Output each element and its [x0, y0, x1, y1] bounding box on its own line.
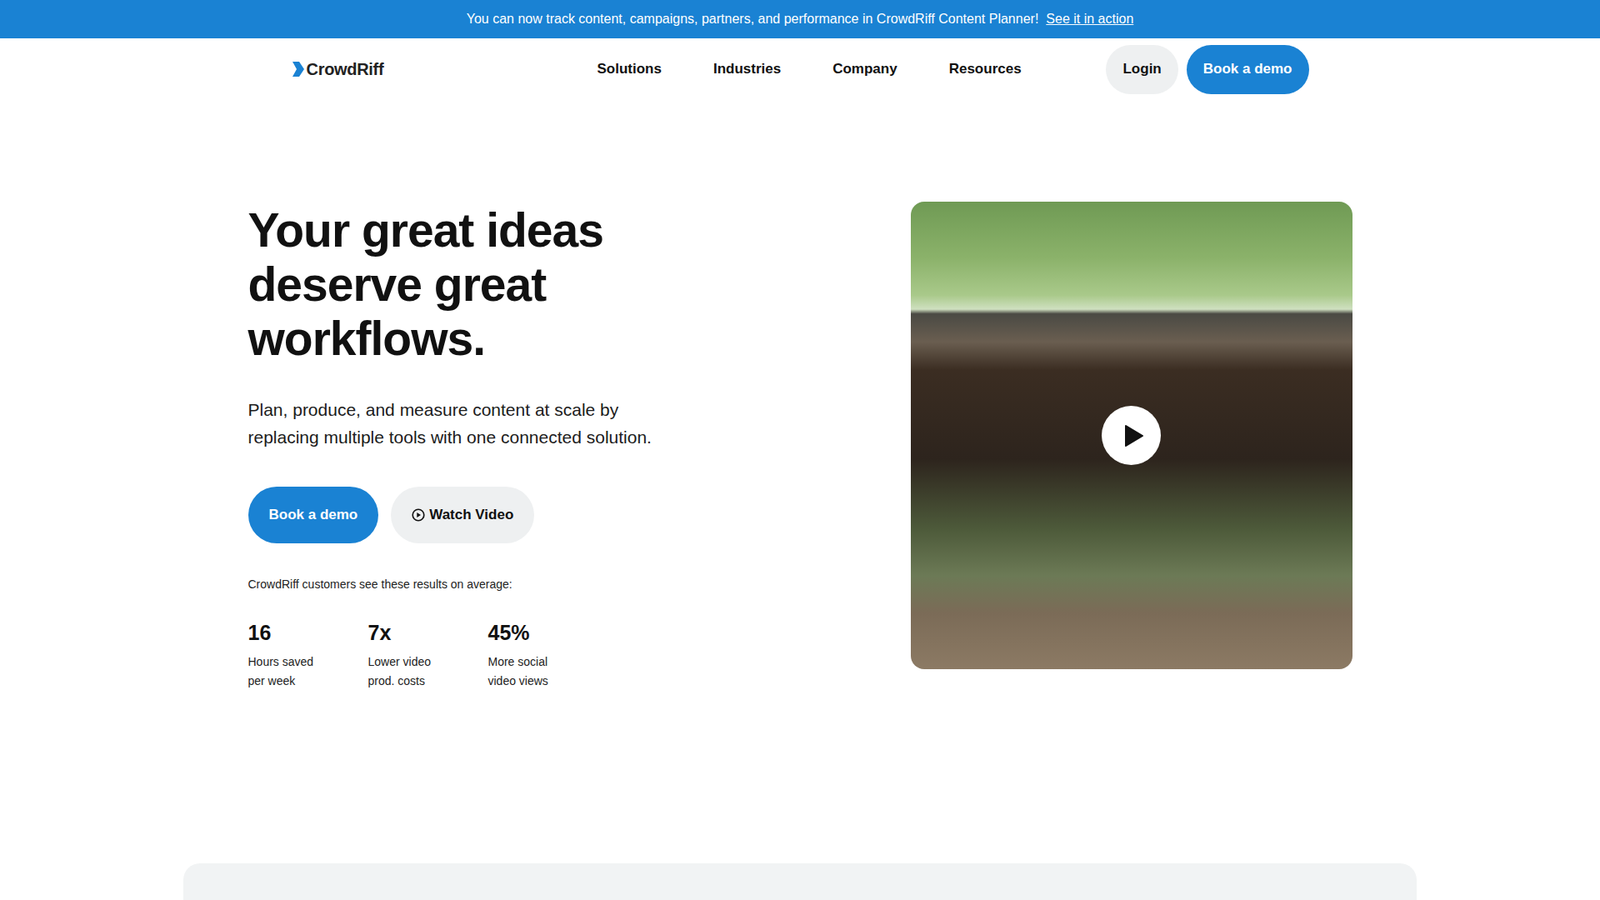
hero: Your great ideasdeserve greatworkflows. …: [248, 100, 1353, 691]
lower-panel: [183, 863, 1417, 900]
banner-link[interactable]: See it in action: [1045, 11, 1134, 27]
login-button[interactable]: Login: [1105, 45, 1178, 95]
subtitle: Plan, produce, and measure content at sc…: [248, 395, 652, 451]
hero-text: Your great ideasdeserve greatworkflows. …: [248, 201, 652, 691]
top-nav: CrowdRiff Solutions Industries Company Reso…: [291, 38, 1310, 100]
nav-link[interactable]: Industries: [713, 60, 781, 78]
nav-link[interactable]: Resources: [949, 60, 1022, 78]
page: You can now track content, campaigns, pa…: [0, 0, 1600, 900]
banner-text: You can now track content, campaigns, pa…: [466, 11, 1040, 27]
nav-links: Solutions Industries Company Resources: [597, 60, 1022, 78]
book-demo-button[interactable]: Book a demo: [1186, 45, 1310, 95]
play-icon: [1122, 424, 1145, 448]
play-button[interactable]: [1101, 405, 1161, 465]
stat: 45% More socialvideo views: [488, 620, 572, 691]
cta-row: Book a demo Watch Video: [248, 486, 652, 544]
nav-link[interactable]: Company: [832, 60, 897, 78]
logo-chevron-icon: [291, 60, 305, 78]
stats: 16 Hours savedper week 7x Lower videoprod…: [248, 620, 652, 691]
stat: 7x Lower videoprod. costs: [368, 620, 452, 691]
nav-actions: Login Book a demo: [1105, 45, 1309, 95]
stat: 16 Hours savedper week: [248, 620, 332, 691]
play-circle-icon: [411, 508, 425, 522]
nav-link[interactable]: Solutions: [597, 60, 662, 78]
book-demo-button[interactable]: Book a demo: [248, 486, 380, 544]
headline: Your great ideasdeserve greatworkflows.: [248, 203, 652, 366]
hero-video[interactable]: [910, 201, 1353, 670]
watch-video-button[interactable]: Watch Video: [390, 486, 535, 544]
results-caption: CrowdRiff customers see these results on…: [248, 577, 652, 591]
logo[interactable]: CrowdRiff: [291, 60, 598, 80]
announcement-banner: You can now track content, campaigns, pa…: [0, 0, 1600, 39]
